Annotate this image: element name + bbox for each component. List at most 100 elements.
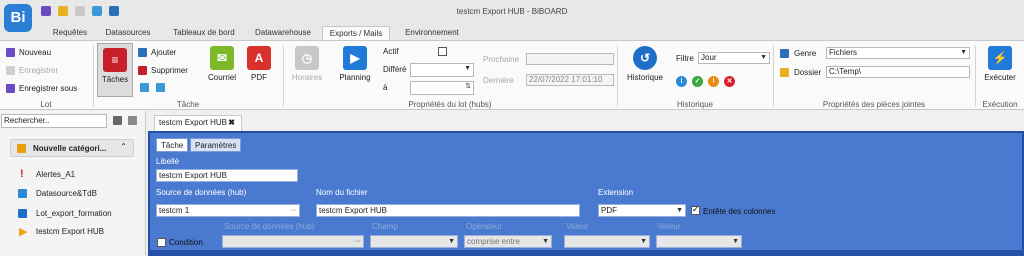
derniere-label: Dernière <box>483 76 514 85</box>
chevron-down-icon: ▼ <box>640 238 647 245</box>
new-icon <box>6 48 15 57</box>
group-lot-label: Lot <box>40 100 52 109</box>
nouveau-button[interactable]: Nouveau <box>19 48 51 57</box>
delete-task-icon <box>138 66 147 75</box>
app-logo[interactable]: Bi <box>4 4 32 32</box>
separator <box>283 45 284 107</box>
operateur-value: comprise entre <box>467 237 520 246</box>
horaires-label: Horaires <box>291 73 323 82</box>
courriel-button[interactable]: ✉ Courriel <box>202 46 242 82</box>
tab-tableaux-de-bord[interactable]: Tableaux de bord <box>162 26 246 40</box>
error-icon[interactable]: ✕ <box>724 76 735 87</box>
genre-label: Genre <box>794 49 817 58</box>
status-bar <box>148 250 1024 256</box>
dossier-label: Dossier <box>794 68 822 77</box>
tab-tache[interactable]: Tâche <box>156 138 189 152</box>
binoculars-icon[interactable] <box>113 116 122 125</box>
a-spinner[interactable]: ⇅ <box>410 81 474 95</box>
source-value: testcm 1 <box>159 206 190 215</box>
entete-checkbox[interactable] <box>691 204 700 215</box>
lot-icon <box>18 209 27 218</box>
folder-icon <box>780 68 789 77</box>
group-pieces-label: Propriétés des pièces jointes <box>822 100 926 109</box>
tab-exports-mails[interactable]: Exports / Mails <box>322 26 390 41</box>
lightning-icon: ⚡ <box>988 46 1012 70</box>
supprimer-button[interactable]: Supprimer <box>151 66 188 75</box>
ajouter-button[interactable]: Ajouter <box>151 48 176 57</box>
tab-datawarehouse[interactable]: Datawarehouse <box>248 26 318 40</box>
pdf-button[interactable]: A PDF <box>242 46 276 82</box>
cond-source-field: ··· <box>222 235 364 248</box>
alert-icon: ! <box>20 168 24 180</box>
libelle-field[interactable]: testcm Export HUB <box>156 169 298 182</box>
success-icon[interactable]: ✓ <box>692 76 703 87</box>
ellipsis-icon: ··· <box>354 238 361 245</box>
dossier-field[interactable]: C:\Temp\ <box>826 66 970 78</box>
chevron-down-icon: ▼ <box>542 238 549 245</box>
condition-label: Condition <box>169 238 203 247</box>
pdf-label: PDF <box>251 73 267 82</box>
champ-label: Champ <box>372 222 398 231</box>
differe-select[interactable]: ▼ <box>410 63 474 77</box>
chevron-down-icon: ▼ <box>760 54 767 61</box>
taches-button[interactable]: ≡ Tâches <box>97 43 133 97</box>
extension-value: PDF <box>601 206 617 215</box>
enregistrer-button[interactable]: Enregistrer <box>19 66 58 75</box>
task-panel: Tâche Paramètres Libellé testcm Export H… <box>148 131 1024 256</box>
move-up-icon[interactable] <box>140 83 149 92</box>
historique-button[interactable]: ↺ Historique <box>622 46 668 82</box>
nom-field[interactable]: testcm Export HUB <box>316 204 580 217</box>
document-tab-label: testcm Export HUB <box>159 118 228 127</box>
group-historique-label: Historique <box>676 100 713 109</box>
actif-checkbox[interactable] <box>438 47 447 56</box>
tab-parametres[interactable]: Paramètres <box>190 138 242 152</box>
filter-icon[interactable] <box>128 116 137 125</box>
enregistrer-sous-button[interactable]: Enregistrer sous <box>19 84 77 93</box>
genre-select[interactable]: Fichiers ▼ <box>826 47 970 59</box>
prochaine-field <box>526 53 614 65</box>
chevron-down-icon: ▼ <box>676 207 683 214</box>
executer-label: Exécuter <box>984 73 1016 82</box>
filtre-select[interactable]: Jour ▼ <box>698 52 770 64</box>
chevron-up-icon[interactable]: ⌃ <box>120 142 127 151</box>
operateur-select: comprise entre ▼ <box>464 235 552 248</box>
genre-icon <box>780 49 789 58</box>
category-header[interactable]: Nouvelle catégori... ⌃ <box>10 139 134 157</box>
a-label: à <box>383 83 388 92</box>
horaires-button[interactable]: ◷ Horaires <box>285 46 329 82</box>
close-icon[interactable]: ✖ <box>228 116 235 130</box>
condition-checkbox[interactable] <box>157 238 166 247</box>
tab-datasources[interactable]: Datasources <box>98 26 158 40</box>
tree-item-label: Alertes_A1 <box>36 170 76 179</box>
ribbon: Nouveau Enregistrer Enregistrer sous Lot… <box>0 40 1024 110</box>
clock-disabled-icon: ◷ <box>295 46 319 70</box>
planning-label: Planning <box>339 73 371 82</box>
group-props-label: Propriétés du lot (hubs) <box>408 100 492 109</box>
executer-button[interactable]: ⚡ Exécuter <box>978 46 1022 82</box>
ribbon-tabs: Requêtes Datasources Tableaux de bord Da… <box>0 26 1024 41</box>
info-icon[interactable]: i <box>676 76 687 87</box>
spinner-arrows-icon: ⇅ <box>465 83 471 90</box>
add-task-icon <box>138 48 147 57</box>
valeur2-label: Valeur <box>658 222 681 231</box>
warning-icon[interactable]: ! <box>708 76 719 87</box>
valeur2-select: ▼ <box>656 235 742 248</box>
extension-select[interactable]: PDF ▼ <box>598 204 686 217</box>
actif-label: Actif <box>383 47 399 56</box>
taches-label: Tâches <box>101 75 129 84</box>
category-label: Nouvelle catégori... <box>33 144 107 153</box>
tab-environnement[interactable]: Environnement <box>398 26 466 40</box>
tab-requetes[interactable]: Requêtes <box>46 26 94 40</box>
document-tab[interactable]: testcm Export HUB ✖ <box>154 115 242 131</box>
move-down-icon[interactable] <box>156 83 165 92</box>
planning-button[interactable]: ▶ Planning <box>333 46 377 82</box>
historique-label: Historique <box>626 73 663 82</box>
save-disabled-icon <box>6 66 15 75</box>
ellipsis-icon[interactable]: ··· <box>290 205 297 216</box>
separator <box>617 45 618 107</box>
mail-icon: ✉ <box>210 46 234 70</box>
source-field[interactable]: testcm 1 ··· <box>156 204 300 217</box>
search-input[interactable]: Rechercher.. <box>1 114 107 128</box>
datasource-icon <box>18 189 27 198</box>
left-panel: Rechercher.. Nouvelle catégori... ⌃ ! Al… <box>0 111 146 256</box>
